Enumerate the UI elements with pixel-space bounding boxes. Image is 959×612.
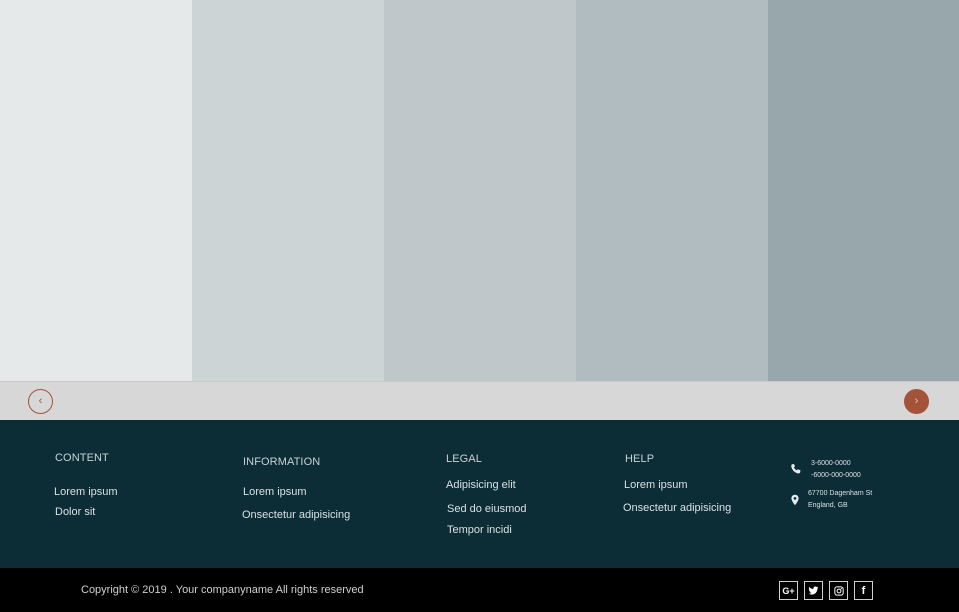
footer-link[interactable]: Lorem ipsum <box>54 486 118 498</box>
phone-icon <box>791 464 801 474</box>
google-plus-button[interactable]: G+ <box>779 581 798 600</box>
copyright-text: Copyright © 2019 . Your companyname All … <box>81 584 364 596</box>
facebook-button[interactable]: f <box>854 581 873 600</box>
chevron-left-icon: ‹ <box>38 395 43 407</box>
phone-number: 3-6000-0000 -6000-000-0000 <box>811 458 861 482</box>
footer-link[interactable]: Adipisicing elit <box>446 479 516 491</box>
slide-panel-4 <box>576 0 768 381</box>
instagram-button[interactable] <box>829 581 848 600</box>
footer-heading-content: CONTENT <box>55 452 109 464</box>
address-line: 67700 Dagenham St <box>808 490 873 497</box>
footer-heading-legal: LEGAL <box>446 453 482 465</box>
map-pin-icon <box>791 494 799 506</box>
slide-panel-5 <box>768 0 959 381</box>
twitter-button[interactable] <box>804 581 823 600</box>
instagram-icon <box>833 585 844 596</box>
image-slider <box>0 0 959 381</box>
phone-line: 3-6000-0000 <box>811 460 851 467</box>
footer-link[interactable]: Tempor incidi <box>447 524 512 536</box>
slide-panel-2 <box>192 0 384 381</box>
footer-link[interactable]: Sed do eiusmod <box>447 503 527 515</box>
twitter-icon <box>808 585 819 595</box>
slider-controls: ‹ › <box>0 381 959 421</box>
google-plus-icon: G+ <box>782 585 795 596</box>
facebook-icon: f <box>861 584 866 597</box>
phone-line: -6000-000-0000 <box>811 472 861 479</box>
footer-link[interactable]: Onsectetur adipisicing <box>623 502 731 514</box>
copyright-bar: Copyright © 2019 . Your companyname All … <box>0 568 959 612</box>
address: 67700 Dagenham St England, GB <box>808 488 872 512</box>
slider-prev-button[interactable]: ‹ <box>28 389 53 414</box>
footer-heading-help: HELP <box>625 453 655 465</box>
footer-heading-information: INFORMATION <box>243 456 321 468</box>
slider-next-button[interactable]: › <box>904 389 929 414</box>
footer-link[interactable]: Lorem ipsum <box>624 479 688 491</box>
chevron-right-icon: › <box>914 395 919 407</box>
slide-panel-3 <box>384 0 576 381</box>
site-footer: CONTENT Lorem ipsum Dolor sit INFORMATIO… <box>0 420 959 568</box>
footer-link[interactable]: Dolor sit <box>55 506 95 518</box>
footer-link[interactable]: Lorem ipsum <box>243 486 307 498</box>
footer-link[interactable]: Onsectetur adipisicing <box>242 509 350 521</box>
slide-panel-1 <box>0 0 192 381</box>
address-line: England, GB <box>808 502 848 509</box>
